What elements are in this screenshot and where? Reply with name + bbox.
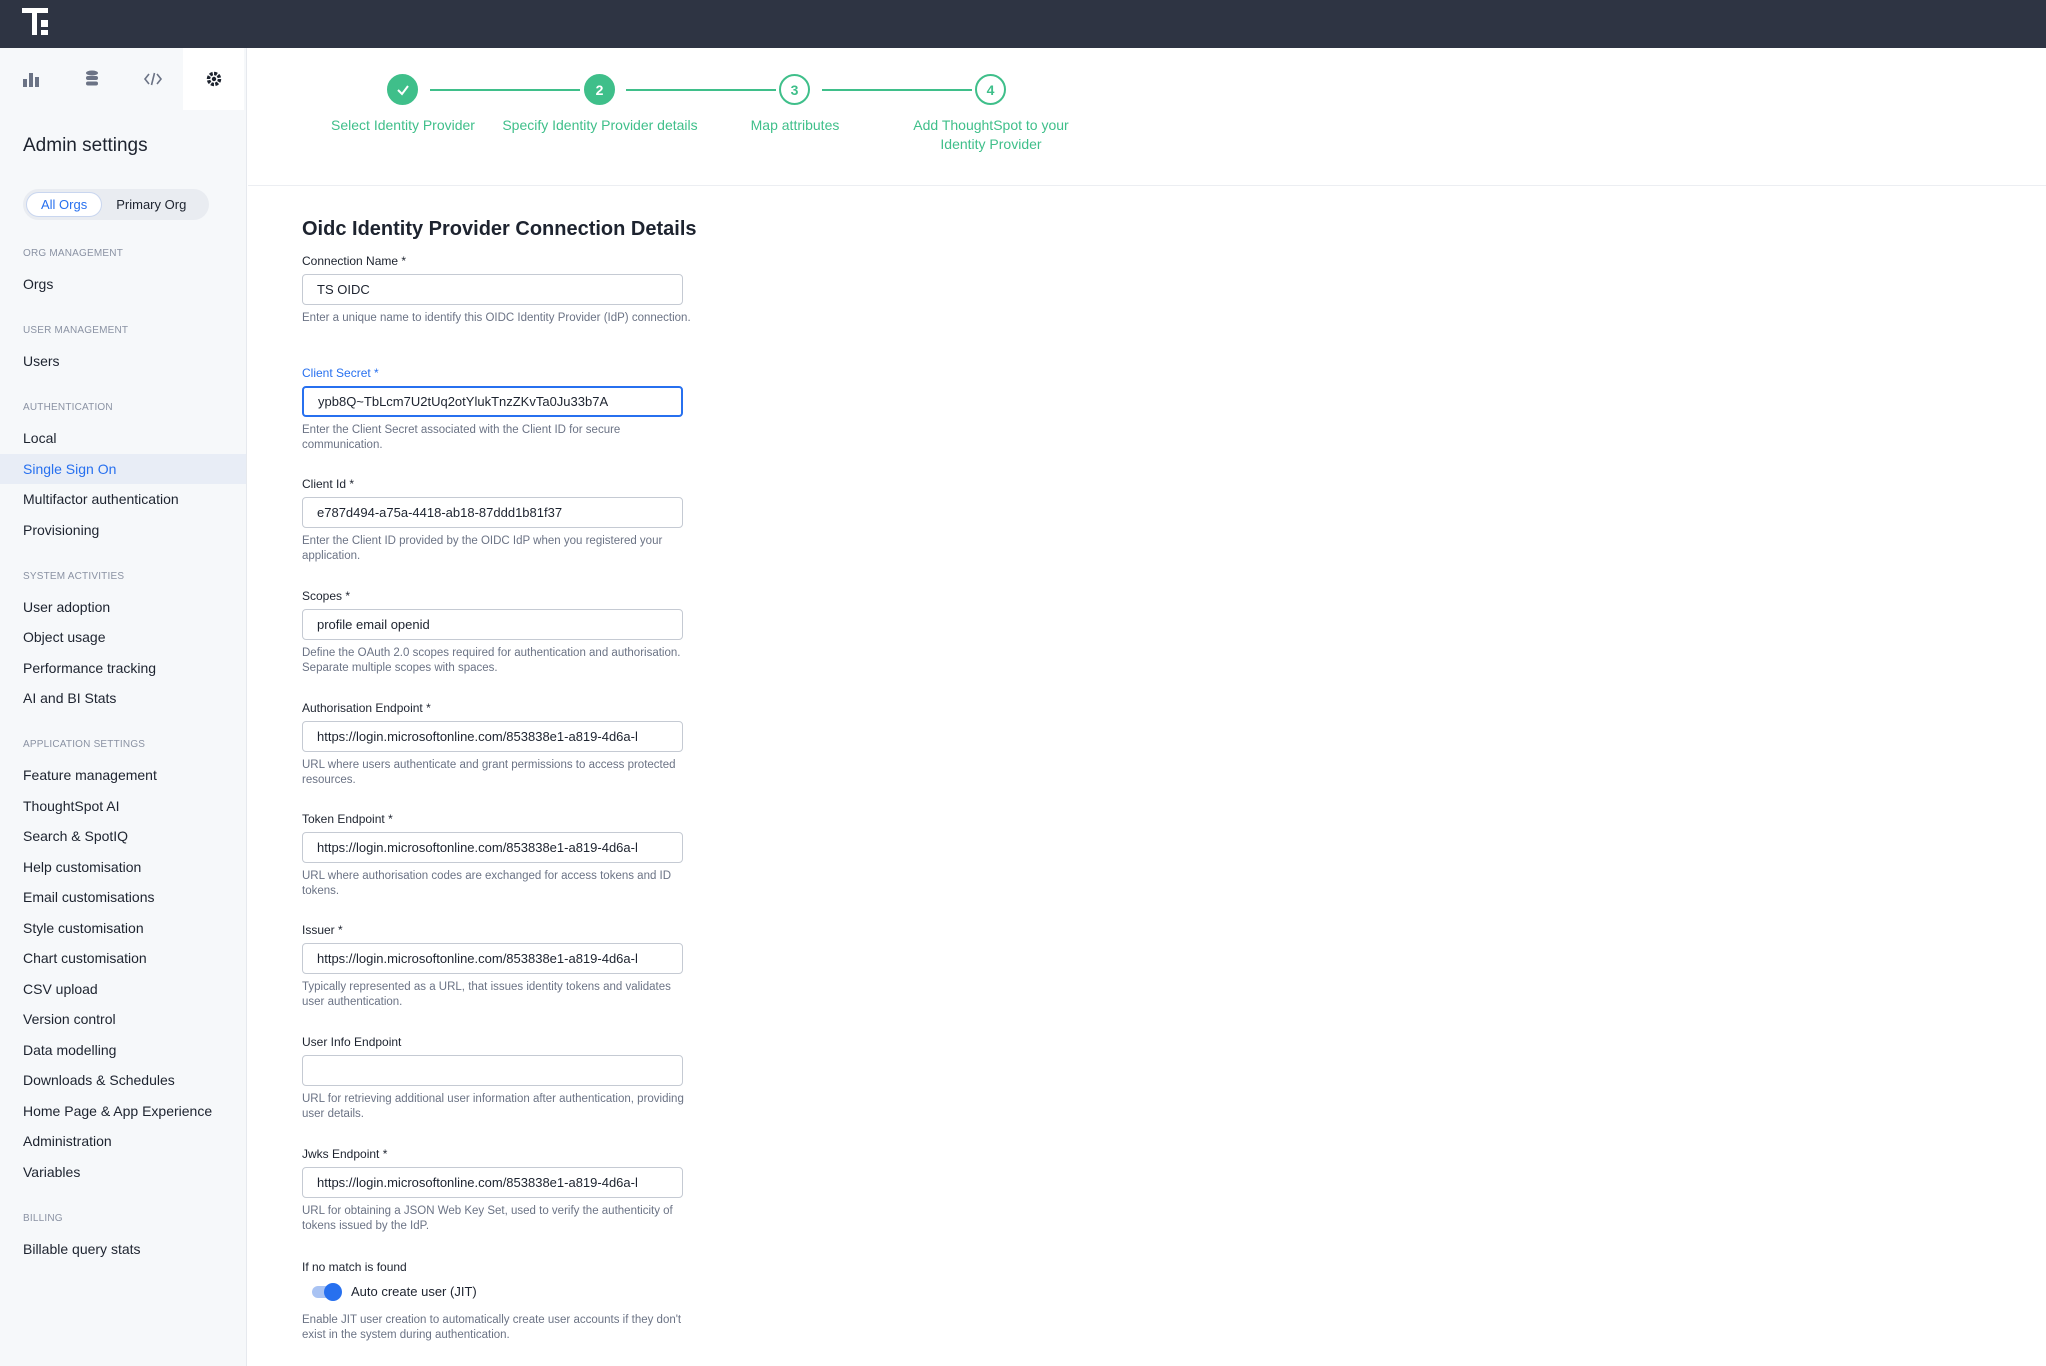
jwks-endpoint-help: URL for obtaining a JSON Web Key Set, us… <box>302 1205 673 1232</box>
step-1-label: Select Identity Provider <box>331 117 475 133</box>
sidebar-item-feature-management[interactable]: Feature management <box>0 760 246 790</box>
authorisation-endpoint-help: URL where users authenticate and grant p… <box>302 759 676 786</box>
step-3-circle[interactable]: 3 <box>779 74 810 105</box>
sidebar-item-user-adoption[interactable]: User adoption <box>0 592 246 622</box>
step-connector <box>626 89 776 91</box>
toggle-knob <box>324 1283 342 1301</box>
admin-settings-title: Admin settings <box>23 135 148 156</box>
main-content: 2 3 4 Select Identity Provider Specify I… <box>248 48 2046 1366</box>
issuer-help: Typically represented as a URL, that iss… <box>302 981 671 1008</box>
sidebar-item-search-spotiq[interactable]: Search & SpotIQ <box>0 821 246 851</box>
section-system-activities: SYSTEM ACTIVITIES <box>23 571 125 582</box>
token-endpoint-help: URL where authorisation codes are exchan… <box>302 870 672 897</box>
sidebar-item-billable-query-stats[interactable]: Billable query stats <box>0 1234 246 1264</box>
token-endpoint-input[interactable] <box>302 832 683 863</box>
step-connector <box>430 89 580 91</box>
section-user-management: USER MANAGEMENT <box>23 325 129 336</box>
sidebar-item-chart-customisation[interactable]: Chart customisation <box>0 943 246 973</box>
sidebar-item-help-customisation[interactable]: Help customisation <box>0 852 246 882</box>
sidebar-item-variables[interactable]: Variables <box>0 1157 246 1187</box>
section-billing: BILLING <box>23 1213 63 1224</box>
sidebar-icon-tabs <box>0 48 247 110</box>
client-id-label: Client Id * <box>302 477 355 491</box>
code-icon <box>143 72 162 86</box>
sidebar-item-ai-bi-stats[interactable]: AI and BI Stats <box>0 683 246 713</box>
sidebar-item-data-modelling[interactable]: Data modelling <box>0 1035 246 1065</box>
client-id-input[interactable] <box>302 497 683 528</box>
step-4-label: Add ThoughtSpot to your Identity Provide… <box>913 117 1069 152</box>
sidebar-item-performance-tracking[interactable]: Performance tracking <box>0 653 246 683</box>
client-secret-help: Enter the Client Secret associated with … <box>302 424 621 451</box>
jwks-endpoint-input[interactable] <box>302 1167 683 1198</box>
checkmark-icon <box>396 84 409 96</box>
sidebar-item-users[interactable]: Users <box>0 346 246 376</box>
sidebar-item-version-control[interactable]: Version control <box>0 1004 246 1034</box>
database-icon <box>85 70 98 86</box>
jit-help: Enable JIT user creation to automaticall… <box>302 1314 682 1341</box>
form-title: Oidc Identity Provider Connection Detail… <box>302 218 697 240</box>
org-option-primary-org[interactable]: Primary Org <box>102 192 200 217</box>
sidebar: Admin settings All Orgs Primary Org ORG … <box>0 48 247 1366</box>
user-info-endpoint-help: URL for retrieving additional user infor… <box>302 1093 684 1120</box>
issuer-input[interactable] <box>302 943 683 974</box>
jit-toggle[interactable] <box>312 1283 342 1301</box>
authorisation-endpoint-label: Authorisation Endpoint * <box>302 701 431 715</box>
step-connector <box>822 89 972 91</box>
section-org-management: ORG MANAGEMENT <box>23 248 124 259</box>
tab-admin[interactable] <box>183 48 244 110</box>
step-2-circle[interactable]: 2 <box>584 74 615 105</box>
bar-chart-icon <box>22 73 39 87</box>
section-application-settings: APPLICATION SETTINGS <box>23 739 146 750</box>
client-id-help: Enter the Client ID provided by the OIDC… <box>302 535 663 562</box>
section-authentication: AUTHENTICATION <box>23 402 113 413</box>
wizard-stepper: 2 3 4 Select Identity Provider Specify I… <box>248 48 2046 186</box>
top-bar <box>0 0 2046 48</box>
sidebar-item-provisioning[interactable]: Provisioning <box>0 515 246 545</box>
sidebar-item-style-customisation[interactable]: Style customisation <box>0 913 246 943</box>
org-switch: All Orgs Primary Org <box>23 189 209 220</box>
authorisation-endpoint-input[interactable] <box>302 721 683 752</box>
jit-toggle-label: Auto create user (JIT) <box>351 1284 477 1299</box>
sidebar-item-object-usage[interactable]: Object usage <box>0 622 246 652</box>
issuer-label: Issuer * <box>302 923 343 937</box>
scopes-label: Scopes * <box>302 589 351 603</box>
step-3-label: Map attributes <box>750 117 840 133</box>
sidebar-item-email-customisations[interactable]: Email customisations <box>0 882 246 912</box>
org-option-all-orgs[interactable]: All Orgs <box>26 192 103 217</box>
tab-data-workspace[interactable] <box>61 48 122 110</box>
sidebar-item-thoughtspot-ai[interactable]: ThoughtSpot AI <box>0 791 246 821</box>
no-match-label: If no match is found <box>302 1260 407 1274</box>
jwks-endpoint-label: Jwks Endpoint * <box>302 1147 388 1161</box>
step-1-circle[interactable] <box>387 74 418 105</box>
tab-data-analytics[interactable] <box>0 48 61 110</box>
thoughtspot-logo-icon[interactable] <box>22 8 52 38</box>
sidebar-item-administration[interactable]: Administration <box>0 1126 246 1156</box>
sidebar-item-csv-upload[interactable]: CSV upload <box>0 974 246 1004</box>
connection-name-input[interactable] <box>302 274 683 305</box>
client-secret-label: Client Secret * <box>302 366 379 380</box>
sidebar-item-orgs[interactable]: Orgs <box>0 269 246 299</box>
sidebar-item-home-page-app-experience[interactable]: Home Page & App Experience <box>0 1096 246 1126</box>
token-endpoint-label: Token Endpoint * <box>302 812 393 826</box>
sidebar-item-downloads-schedules[interactable]: Downloads & Schedules <box>0 1065 246 1095</box>
user-info-endpoint-label: User Info Endpoint <box>302 1035 402 1049</box>
user-info-endpoint-input[interactable] <box>302 1055 683 1086</box>
client-secret-input[interactable] <box>302 386 683 417</box>
step-2-label: Specify Identity Provider details <box>502 117 698 133</box>
tab-develop[interactable] <box>122 48 183 110</box>
scopes-help: Define the OAuth 2.0 scopes required for… <box>302 647 681 674</box>
connection-name-help: Enter a unique name to identify this OID… <box>302 312 691 324</box>
scopes-input[interactable] <box>302 609 683 640</box>
sidebar-item-multifactor-authentication[interactable]: Multifactor authentication <box>0 484 246 514</box>
sidebar-item-local[interactable]: Local <box>0 423 246 453</box>
connection-name-label: Connection Name * <box>302 254 407 268</box>
sidebar-item-single-sign-on[interactable]: Single Sign On <box>0 454 246 484</box>
step-4-circle[interactable]: 4 <box>975 74 1006 105</box>
gear-icon <box>206 71 221 87</box>
